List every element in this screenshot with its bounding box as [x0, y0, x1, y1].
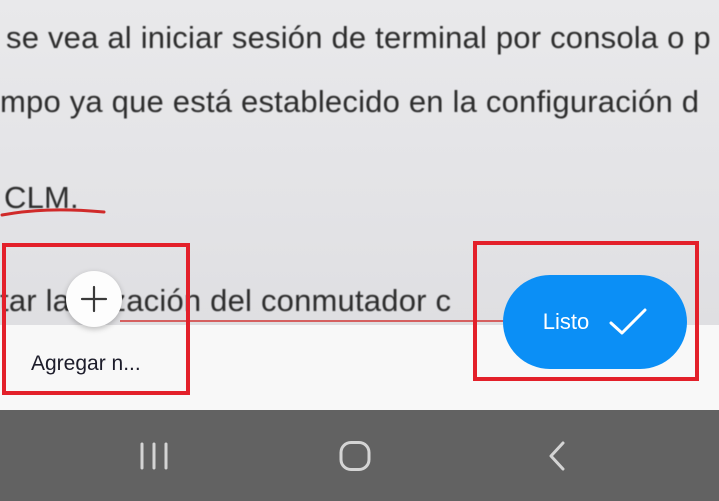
home-icon[interactable] [338, 441, 372, 471]
back-icon[interactable] [541, 441, 575, 471]
document-text-line: se vea al iniciar sesión de terminal por… [6, 20, 711, 55]
system-navigation-bar [0, 410, 719, 501]
handwritten-underline [0, 208, 106, 217]
recents-icon[interactable] [137, 441, 171, 471]
document-text-line: mpo ya que está establecido en la config… [0, 84, 700, 119]
highlight-box-done [473, 241, 699, 381]
highlight-box-add [2, 243, 190, 395]
